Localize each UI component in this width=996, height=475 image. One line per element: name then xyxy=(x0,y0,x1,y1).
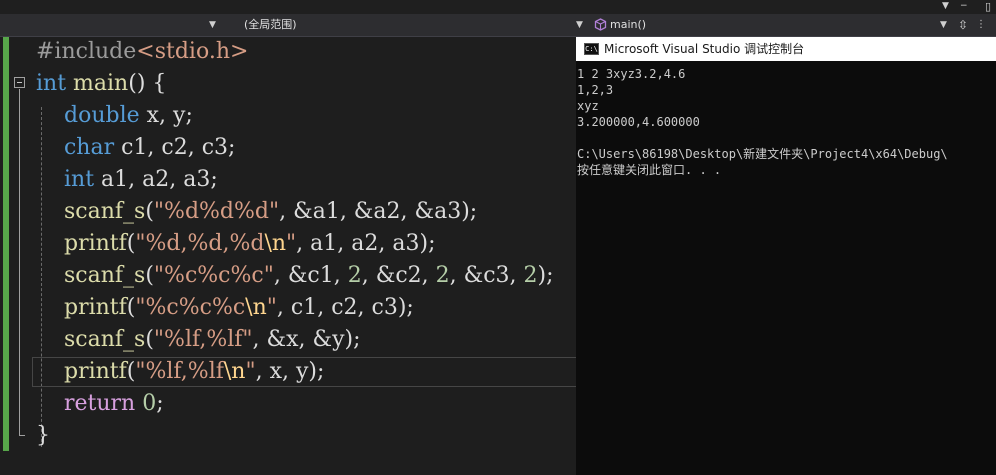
code-line: int main() { xyxy=(36,71,167,96)
fold-guide xyxy=(19,89,20,435)
code-line: scanf_s("%lf,%lf", &x, &y); xyxy=(63,327,361,352)
function-dropdown-arrow-icon[interactable]: ▼ xyxy=(940,17,947,33)
project-dropdown-arrow-icon[interactable]: ▼ xyxy=(209,17,216,33)
minus-icon[interactable]: − xyxy=(960,0,968,12)
fold-guide-end xyxy=(19,435,25,436)
scope-dropdown-arrow-icon[interactable]: ▼ xyxy=(576,17,583,33)
code-line: char c1, c2, c3; xyxy=(63,135,236,160)
code-line: printf("%c%c%c\n", c1, c2, c3); xyxy=(63,295,414,320)
keyword-token: int xyxy=(63,167,95,192)
function-name: main xyxy=(73,71,129,96)
string-literal: "%lf,%lf" xyxy=(153,327,253,352)
preprocessor-token: #include xyxy=(36,39,137,64)
code-line: int a1, a2, a3; xyxy=(63,167,218,192)
console-line: 3.200000,4.600000 xyxy=(577,115,700,129)
collapse-icon[interactable] xyxy=(14,77,25,88)
code-line: } xyxy=(36,423,50,448)
function-name: scanf_s xyxy=(63,263,146,288)
string-literal: "%d,%d,%d xyxy=(135,231,265,256)
keyword-token: char xyxy=(63,135,115,160)
keyword-token: return xyxy=(63,391,136,416)
console-line: 1,2,3 xyxy=(577,83,614,97)
include-path: <stdio.h> xyxy=(136,39,249,64)
code-line: double x, y; xyxy=(63,103,193,128)
string-literal: "%lf,%lf xyxy=(135,359,224,384)
code-line: printf("%lf,%lf\n", x, y); xyxy=(63,359,325,384)
navigation-bar: ▼ (全局范围) ▼ main() ▼ ⇳ ⋮ xyxy=(0,14,996,37)
string-literal: "%c%c%c xyxy=(135,295,246,320)
cube-icon xyxy=(594,18,607,31)
function-name: scanf_s xyxy=(63,327,146,352)
top-strip: ▼ − ▯ xyxy=(0,0,996,14)
panel-label-icon: ▯ xyxy=(984,0,992,13)
string-literal: "%d%d%d" xyxy=(153,199,280,224)
escape-sequence: \n xyxy=(264,231,287,256)
number-literal: 2 xyxy=(435,263,450,288)
dropdown-arrow-icon[interactable]: ▼ xyxy=(942,0,949,12)
keyword-token: double xyxy=(63,103,140,128)
debug-console-window[interactable]: C:\ Microsoft Visual Studio 调试控制台 1 2 3x… xyxy=(576,37,996,475)
console-line: 按任意键关闭此窗口. . . xyxy=(577,163,722,177)
code-line: scanf_s("%d%d%d", &a1, &a2, &a3); xyxy=(63,199,478,224)
string-literal: "%c%c%c" xyxy=(153,263,274,288)
number-literal: 2 xyxy=(347,263,362,288)
function-name: printf xyxy=(63,295,127,320)
console-title-bar[interactable]: C:\ Microsoft Visual Studio 调试控制台 xyxy=(576,37,996,61)
function-name: printf xyxy=(63,359,127,384)
change-tracking-bar xyxy=(3,37,9,451)
escape-sequence: \n xyxy=(223,359,246,384)
function-name: printf xyxy=(63,231,127,256)
function-dropdown[interactable]: main() xyxy=(610,17,646,33)
split-window-icon[interactable]: ⇳ xyxy=(956,17,970,33)
console-title: Microsoft Visual Studio 调试控制台 xyxy=(604,42,805,56)
overflow-icon[interactable]: ⋮ xyxy=(976,17,996,33)
number-literal: 2 xyxy=(523,263,538,288)
console-output: 1 2 3xyz3.2,4.6 1,2,3 xyz 3.200000,4.600… xyxy=(577,66,995,178)
number-literal: 0 xyxy=(142,391,157,416)
console-app-icon: C:\ xyxy=(584,43,599,55)
keyword-token: int xyxy=(36,71,67,96)
console-line: 1 2 3xyz3.2,4.6 xyxy=(577,67,686,81)
code-line: printf("%d,%d,%d\n", a1, a2, a3); xyxy=(63,231,436,256)
code-line: return 0; xyxy=(63,391,164,416)
code-line: scanf_s("%c%c%c", &c1, 2, &c2, 2, &c3, 2… xyxy=(63,263,554,288)
console-line: C:\Users\86198\Desktop\新建文件夹\Project4\x6… xyxy=(577,147,948,161)
scope-dropdown[interactable]: (全局范围) xyxy=(244,17,297,33)
code-line: #include<stdio.h> xyxy=(36,36,248,68)
console-line: xyz xyxy=(577,99,599,113)
function-name: scanf_s xyxy=(63,199,146,224)
escape-sequence: \n xyxy=(245,295,267,320)
